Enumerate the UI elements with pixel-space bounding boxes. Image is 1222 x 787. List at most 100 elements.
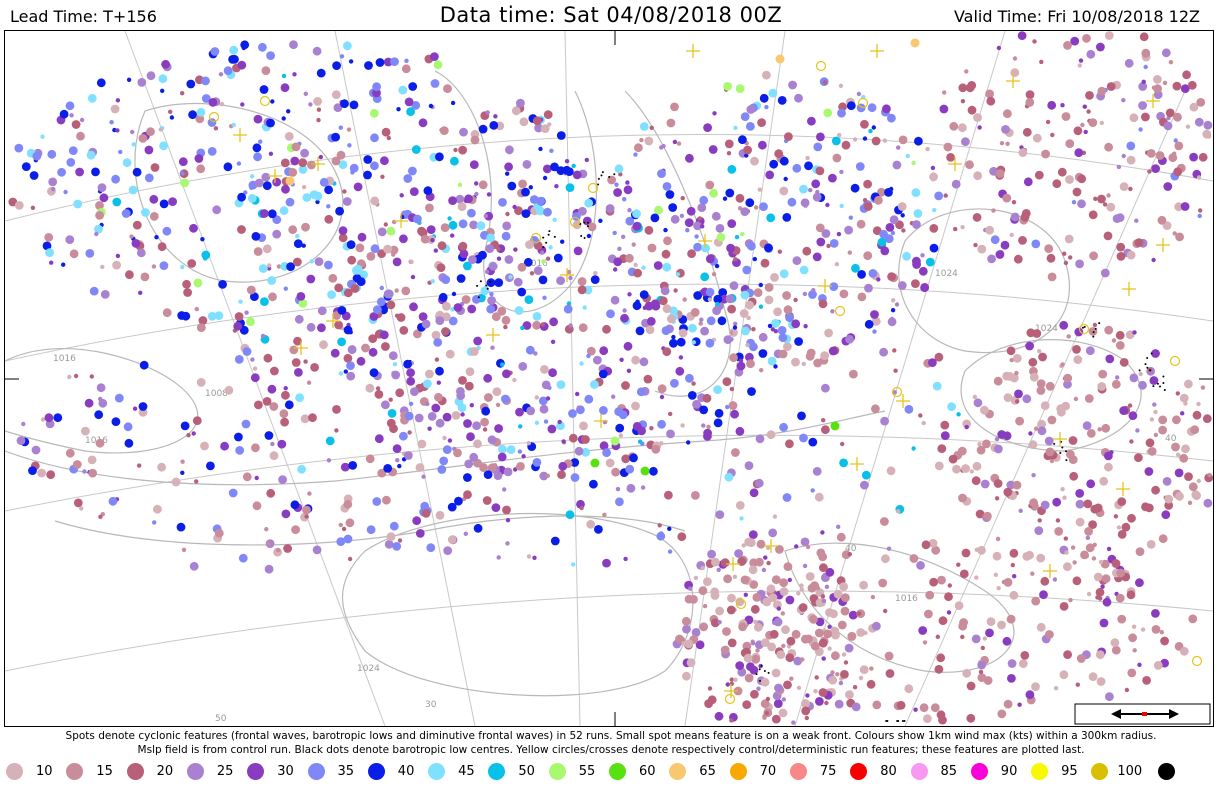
- cyclone-spot: [1012, 574, 1017, 579]
- cyclone-spot: [837, 132, 842, 138]
- cyclone-spot: [980, 405, 989, 415]
- cyclone-spot: [625, 464, 635, 474]
- cyclone-spot: [777, 96, 787, 105]
- cyclone-spot: [823, 629, 833, 639]
- cyclone-spot: [804, 634, 813, 644]
- cyclone-spot: [137, 78, 147, 87]
- barotropic-low-dot: [1162, 375, 1165, 378]
- cyclone-spot: [1060, 362, 1065, 367]
- cyclone-spot: [207, 147, 217, 156]
- scale-bar: [1074, 703, 1211, 725]
- legend-swatch: [307, 763, 325, 780]
- map-canvas: 1016101610161024102410241016100830405040: [5, 31, 1213, 726]
- cyclone-spot: [435, 152, 444, 162]
- cyclone-spot: [457, 202, 467, 212]
- cyclone-spot: [403, 359, 412, 369]
- cyclone-spot: [404, 97, 414, 107]
- cyclone-spot: [350, 170, 355, 175]
- cyclone-spot: [726, 605, 736, 615]
- cyclone-spot: [124, 438, 134, 448]
- cyclone-spot: [110, 104, 120, 114]
- cyclone-spot: [762, 597, 772, 607]
- cyclone-spot: [517, 287, 527, 297]
- cyclone-spot: [632, 209, 641, 219]
- cyclone-spot: [802, 563, 808, 569]
- cyclone-spot: [403, 174, 413, 183]
- cyclone-spot: [828, 675, 838, 685]
- cyclone-spot: [911, 188, 921, 198]
- cyclone-spot: [241, 45, 246, 51]
- cyclone-spot: [902, 251, 911, 261]
- cyclone-spot: [623, 556, 628, 562]
- legend-swatch: [1091, 763, 1109, 780]
- cyclone-spot: [482, 496, 492, 505]
- cyclone-spot: [623, 341, 633, 351]
- cyclone-spot: [666, 429, 675, 439]
- cyclone-spot: [488, 261, 498, 271]
- cyclone-spot: [785, 595, 795, 605]
- cyclone-spot: [508, 274, 513, 280]
- cyclone-spot: [442, 435, 447, 441]
- cyclone-spot: [825, 202, 830, 208]
- cyclone-spot: [532, 458, 542, 467]
- cyclone-spot: [150, 163, 160, 172]
- cyclone-spot: [430, 79, 440, 88]
- cyclone-spot: [793, 297, 798, 303]
- cyclone-spot: [615, 497, 624, 507]
- cyclone-spot: [771, 714, 781, 724]
- cyclone-spot: [95, 438, 105, 448]
- cyclone-spot: [1022, 394, 1032, 404]
- cyclone-spot: [399, 431, 408, 441]
- cyclone-spot: [409, 187, 419, 197]
- cyclone-spot: [729, 386, 735, 392]
- cyclone-spot: [1151, 609, 1160, 618]
- cyclone-spot: [952, 464, 961, 474]
- cyclone-spot: [146, 71, 156, 81]
- cyclone-spot: [872, 329, 877, 334]
- cyclone-spot: [937, 575, 946, 585]
- cyclone-spot: [856, 219, 866, 229]
- cyclone-spot: [813, 142, 823, 152]
- cyclone-spot: [1063, 650, 1072, 659]
- cyclone-spot: [657, 384, 667, 394]
- cyclone-spot: [706, 316, 716, 326]
- cyclone-spot: [961, 464, 970, 473]
- cyclone-spot: [1029, 372, 1039, 382]
- cyclone-spot: [956, 562, 961, 567]
- barotropic-low-dot: [545, 241, 548, 244]
- cyclone-spot: [890, 308, 896, 313]
- cyclone-spot: [247, 194, 257, 203]
- cyclone-spot: [263, 353, 273, 363]
- cyclone-spot: [824, 584, 830, 589]
- cyclone-spot: [312, 46, 322, 56]
- cyclone-spot: [1052, 577, 1058, 582]
- cyclone-spot: [1188, 482, 1198, 492]
- cyclone-spot: [144, 173, 154, 183]
- cyclone-spot: [720, 558, 730, 567]
- cyclone-spot: [474, 181, 479, 186]
- cyclone-spot: [693, 575, 699, 581]
- cyclone-spot: [308, 413, 317, 423]
- cyclone-spot: [692, 399, 701, 409]
- cyclone-spot: [613, 188, 622, 197]
- cyclone-spot: [1064, 234, 1074, 244]
- cyclone-spot: [929, 577, 938, 587]
- barotropic-low-dot: [613, 173, 616, 176]
- cyclone-spot: [183, 288, 193, 297]
- cyclone-spot: [1074, 327, 1084, 337]
- cyclone-spot: [868, 269, 878, 278]
- cyclone-spot: [410, 387, 419, 396]
- cyclone-spot: [352, 266, 361, 275]
- cyclone-spot: [1037, 518, 1042, 523]
- cyclone-spot: [578, 206, 587, 216]
- cyclone-spot: [306, 322, 316, 332]
- cyclone-spot: [518, 362, 528, 371]
- cyclone-spot: [267, 276, 277, 285]
- cyclone-spot: [621, 381, 630, 390]
- cyclone-spot: [1126, 590, 1136, 600]
- cyclone-spot: [835, 672, 840, 677]
- cyclone-spot: [526, 554, 532, 559]
- cyclone-spot: [279, 409, 289, 419]
- cyclone-spot: [678, 355, 684, 360]
- cyclone-spot: [680, 423, 685, 428]
